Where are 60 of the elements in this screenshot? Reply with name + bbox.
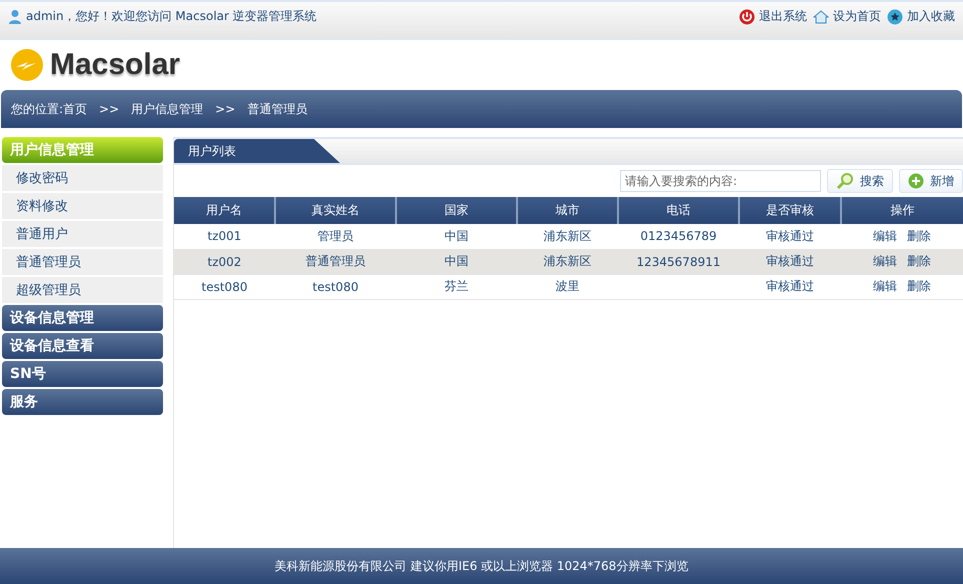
- sidebar-item[interactable]: 普通用户: [2, 221, 163, 247]
- table-cell: 审核通过: [739, 224, 841, 249]
- column-header: 城市: [517, 197, 618, 224]
- welcome-text: admin，您好！欢迎您访问 Macsolar 逆变器管理系统: [26, 8, 317, 25]
- sidebar-section[interactable]: 设备信息查看: [2, 333, 163, 359]
- table-cell: 中国: [396, 249, 517, 274]
- search-icon: [836, 172, 854, 190]
- table-cell: 审核通过: [739, 274, 841, 299]
- action-link[interactable]: 编辑: [873, 279, 897, 293]
- plus-icon: [908, 173, 924, 189]
- logo-icon: [10, 48, 44, 82]
- sidebar-section[interactable]: SN号: [2, 361, 163, 387]
- search-field[interactable]: 请输入要搜索的内容:: [620, 170, 821, 192]
- table-cell: 普通管理员: [275, 249, 396, 274]
- table-cell: tz001: [174, 224, 275, 249]
- list-tab[interactable]: 用户列表: [174, 139, 340, 163]
- search-button[interactable]: 搜索: [827, 169, 893, 193]
- table-cell: 管理员: [275, 224, 396, 249]
- table-cell: 波里: [517, 274, 618, 299]
- table-cell: test080: [174, 274, 275, 299]
- column-header: 是否审核: [739, 197, 841, 224]
- top-link[interactable]: 加入收藏: [887, 8, 955, 25]
- sidebar-item[interactable]: 资料修改: [2, 193, 163, 219]
- breadcrumb-link[interactable]: 用户信息管理: [131, 100, 204, 118]
- table-cell: test080: [275, 274, 396, 299]
- logo-text: Macsolar: [50, 48, 180, 82]
- table-cell: 12345678911: [618, 249, 739, 274]
- action-link[interactable]: 删除: [907, 279, 931, 293]
- sidebar-section[interactable]: 设备信息管理: [2, 305, 163, 331]
- column-header: 国家: [396, 197, 517, 224]
- breadcrumb-label: 您的位置:首页: [11, 100, 88, 118]
- sidebar-section[interactable]: 服务: [2, 389, 163, 415]
- table-cell: 中国: [396, 224, 517, 249]
- table-cell: 0123456789: [618, 224, 739, 249]
- action-link[interactable]: 删除: [907, 228, 931, 243]
- footer-text: 美科新能源股份有限公司 建议你用IE6 或以上浏览器 1024*768分辨率下浏览: [274, 558, 688, 574]
- add-button[interactable]: 新增: [899, 169, 963, 193]
- action-link[interactable]: 编辑: [873, 254, 897, 268]
- breadcrumb-link[interactable]: 普通管理员: [247, 100, 308, 118]
- power-icon: [739, 8, 755, 24]
- sidebar-item[interactable]: 普通管理员: [2, 249, 163, 275]
- column-header: 电话: [618, 197, 739, 224]
- table-cell: 浦东新区: [517, 224, 618, 249]
- sidebar-item[interactable]: 超级管理员: [2, 277, 163, 303]
- column-header: 用户名: [174, 197, 275, 224]
- table-cell: tz002: [174, 249, 275, 274]
- user-icon: [8, 9, 22, 24]
- action-link[interactable]: 编辑: [873, 228, 897, 243]
- table-cell: 审核通过: [739, 249, 841, 274]
- home-icon: [813, 8, 829, 24]
- column-header: 真实姓名: [275, 197, 396, 224]
- top-link[interactable]: 设为首页: [813, 8, 881, 25]
- table-cell: 芬兰: [396, 274, 517, 299]
- breadcrumb-separator: >>: [215, 102, 236, 116]
- column-header: 操作: [841, 197, 963, 224]
- top-link[interactable]: 退出系统: [739, 8, 807, 25]
- action-link[interactable]: 删除: [907, 254, 931, 268]
- table-cell: 浦东新区: [517, 249, 618, 274]
- sidebar-item[interactable]: 修改密码: [2, 165, 163, 191]
- breadcrumb-separator: >>: [99, 102, 120, 116]
